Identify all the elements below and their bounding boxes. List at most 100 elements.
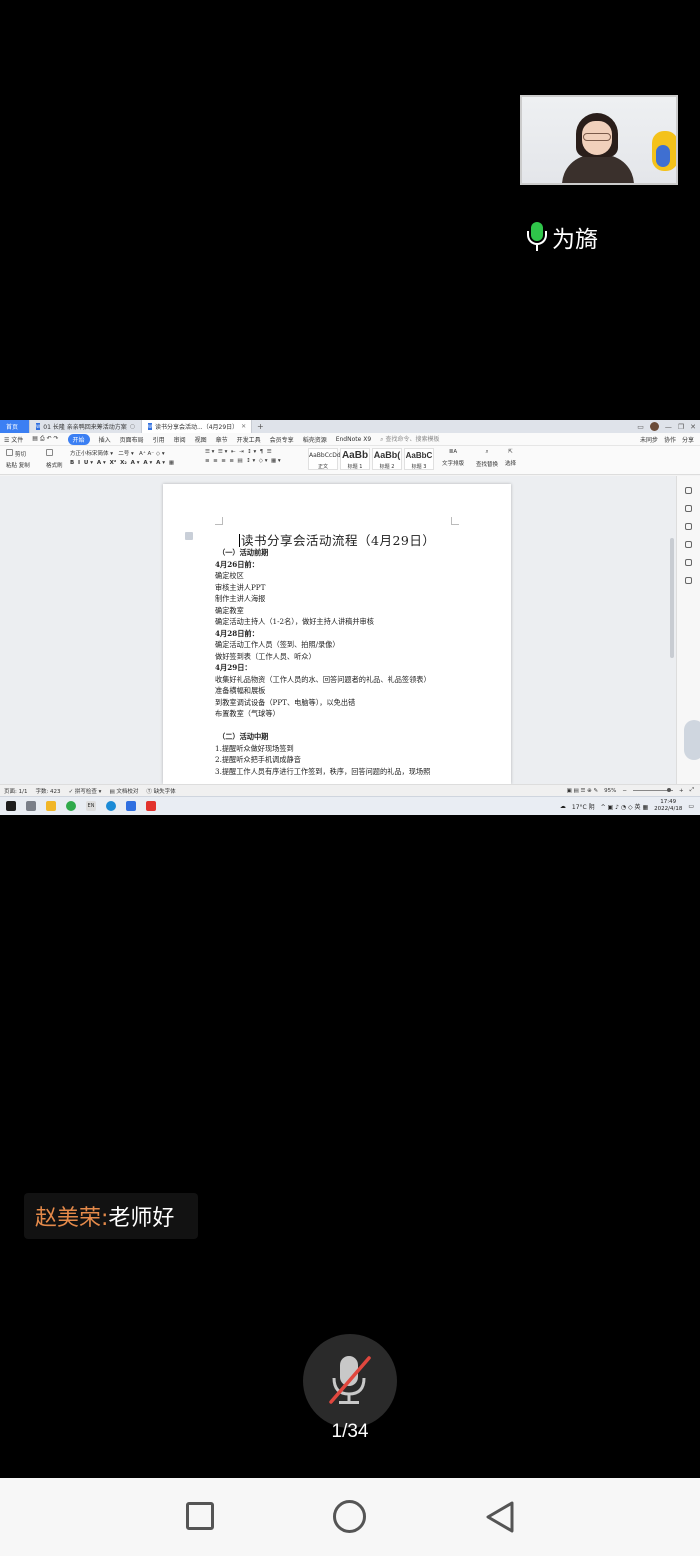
doc-check-label: 文档校对	[116, 788, 139, 795]
panel-tool-icon[interactable]	[685, 505, 692, 512]
collaborate-button[interactable]: 协作	[664, 435, 676, 444]
user-avatar[interactable]	[649, 422, 659, 431]
share-button[interactable]: 分享	[682, 435, 694, 444]
paragraph-group[interactable]: ☰ ▾ ☰ ▾ ⇤ ⇥ ↕ ▾ ¶ ☰ ≡ ≡ ≡ ≡ ▤ ↕ ▾ ◇ ▾ ▦ …	[205, 449, 281, 464]
document-line: （一）活动前期	[218, 548, 269, 557]
view-mode-icons[interactable]: ▣ ▤ ☰ ⊕ ✎	[567, 788, 599, 794]
font-format-buttons[interactable]: B I U ▾ A ▾ X² X₂ A ▾ A ▾ A ▾ ▦	[70, 460, 174, 466]
document-page[interactable]: 读书分享会活动流程（4月29日） （一）活动前期 4月26日前： 确定校区 审核主讲人…	[163, 484, 511, 784]
doc-check[interactable]: ▤ 文档校对	[109, 787, 138, 795]
tab-close-icon[interactable]: ✕	[241, 423, 246, 430]
panel-tool-icon[interactable]	[685, 487, 692, 494]
shared-screen[interactable]: 首页 W 01 长隆 亲亲鸭回来筹活动方案 ○ W 读书分享会活动...（4月2…	[0, 420, 700, 815]
zoom-in-icon[interactable]: +	[679, 788, 684, 794]
chat-message-text: 老师好	[108, 1206, 175, 1231]
menu-start[interactable]: 开始	[67, 433, 90, 445]
document-line: 1.提醒听众做好现场签到	[215, 743, 294, 753]
menu-layout[interactable]: 页面布局	[120, 435, 144, 444]
style-label: 标题 2	[379, 464, 395, 470]
style-heading-3[interactable]: AaBbC 标题 3	[404, 448, 434, 470]
toolbar-quick-icons: ▤ ⎙ ↶ ↷	[32, 435, 59, 442]
vertical-scrollbar[interactable]	[670, 538, 674, 658]
menu-section[interactable]: 章节	[216, 435, 228, 444]
font-size-select[interactable]: 二号	[118, 451, 129, 457]
zoom-slider-knob[interactable]	[666, 788, 671, 792]
word-count[interactable]: 字数: 423	[35, 787, 60, 795]
text-layout-button[interactable]: ≣A 文字排版	[442, 449, 464, 467]
command-search[interactable]: ⌕ 查找命令、搜索模板	[380, 434, 439, 444]
tray-icons[interactable]: ^ ▣ ♪ ◔ ◇ 英 ▦	[601, 802, 649, 811]
document-line: 确定活动工作人员（签到、拍照/录像）	[215, 640, 340, 649]
task-view-icon[interactable]	[26, 801, 36, 811]
sync-status[interactable]: 未同步	[640, 435, 658, 444]
style-preview: AaBbC	[405, 451, 433, 460]
style-heading-2[interactable]: AaBb(标题 2	[372, 448, 402, 470]
style-heading-1[interactable]: AaBb 标题 1	[340, 448, 370, 470]
panel-tool-icon[interactable]	[685, 523, 692, 530]
meeting-app-icon[interactable]	[126, 801, 136, 811]
close-icon[interactable]: ✕	[690, 423, 696, 431]
minimize-icon[interactable]: —	[665, 423, 672, 431]
panel-tool-icon[interactable]	[685, 559, 692, 566]
back-button[interactable]	[484, 1500, 516, 1534]
document-title-text: 读书分享会活动流程（4月29日）	[241, 533, 436, 548]
panel-tool-icon[interactable]	[685, 541, 692, 548]
notification-icon[interactable]: ▭	[688, 803, 694, 810]
menu-developer[interactable]: 开发工具	[237, 435, 261, 444]
find-replace-button[interactable]: ⌕ 查找替换	[476, 449, 498, 468]
home-button[interactable]	[333, 1500, 366, 1533]
cut-button[interactable]: 剪切	[15, 452, 26, 458]
menu-file[interactable]: ☰ 文件	[4, 435, 23, 444]
fullscreen-icon[interactable]: ⤢	[690, 787, 694, 794]
background-toy-2	[656, 145, 670, 167]
zoom-out-icon[interactable]: −	[622, 788, 627, 794]
document-line: 4月26日前：	[215, 559, 259, 569]
zoom-level[interactable]: 95%	[604, 788, 616, 794]
tab-close-icon[interactable]: ○	[130, 423, 135, 430]
clock[interactable]: 17:49 2022/4/18	[654, 799, 682, 813]
paste-button[interactable]: 粘贴	[6, 463, 17, 469]
style-normal[interactable]: AaBbCcDd 正文	[308, 448, 341, 470]
menu-review[interactable]: 审阅	[174, 435, 186, 444]
layout-icon[interactable]: ▭	[637, 423, 644, 431]
zoom-slider[interactable]	[632, 788, 673, 792]
tab-home[interactable]: 首页	[0, 420, 30, 433]
document-workspace[interactable]: 读书分享会活动流程（4月29日） （一）活动前期 4月26日前： 确定校区 审核主讲人…	[0, 476, 700, 784]
edge-icon[interactable]	[106, 801, 116, 811]
menu-insert[interactable]: 插入	[99, 435, 111, 444]
format-painter[interactable]: 格式刷	[46, 449, 63, 469]
spell-check[interactable]: ✓ 拼写检查 ▾	[69, 787, 102, 795]
language-icon[interactable]: EN	[86, 801, 96, 811]
page-handle-icon[interactable]	[185, 532, 193, 540]
document-icon: W	[148, 423, 152, 430]
restore-icon[interactable]: ❐	[678, 423, 684, 431]
menu-view[interactable]: 视图	[195, 435, 207, 444]
font-name-select[interactable]: 方正小标宋简体	[70, 451, 109, 457]
wps-icon[interactable]	[146, 801, 156, 811]
weather-icon: ☁	[559, 802, 566, 810]
participant-video-tile[interactable]	[520, 95, 678, 185]
paste-icon[interactable]	[6, 449, 13, 456]
select-label: 选择	[505, 461, 517, 467]
microphone-muted-icon	[329, 1356, 371, 1404]
file-explorer-icon[interactable]	[46, 801, 56, 811]
copy-button[interactable]: 复制	[19, 463, 30, 469]
new-tab-button[interactable]: +	[252, 422, 269, 431]
missing-font[interactable]: Ⓣ 缺失字体	[146, 787, 175, 795]
recent-apps-button[interactable]	[186, 1502, 214, 1530]
tab-document-1[interactable]: W 01 长隆 亲亲鸭回来筹活动方案 ○	[30, 420, 142, 433]
menu-resources[interactable]: 稻壳资源	[303, 435, 327, 444]
panel-tool-icon[interactable]	[685, 577, 692, 584]
menu-member[interactable]: 会员专享	[270, 435, 294, 444]
tab-document-2[interactable]: W 读书分享会活动...（4月29日） ✕	[142, 420, 252, 433]
microphone-toggle-button[interactable]	[303, 1334, 397, 1428]
menu-endnote[interactable]: EndNote X9	[336, 436, 371, 443]
style-preview: AaBb	[341, 450, 369, 461]
menu-references[interactable]: 引用	[153, 435, 165, 444]
windows-start-icon[interactable]	[6, 801, 16, 811]
select-button[interactable]: ⇱ 选择	[505, 449, 516, 467]
document-line: （二）活动中期	[218, 732, 269, 741]
assistant-robot-icon[interactable]	[684, 720, 700, 760]
browser-icon[interactable]	[66, 801, 76, 811]
weather-text[interactable]: 17°C 阴	[572, 802, 595, 811]
